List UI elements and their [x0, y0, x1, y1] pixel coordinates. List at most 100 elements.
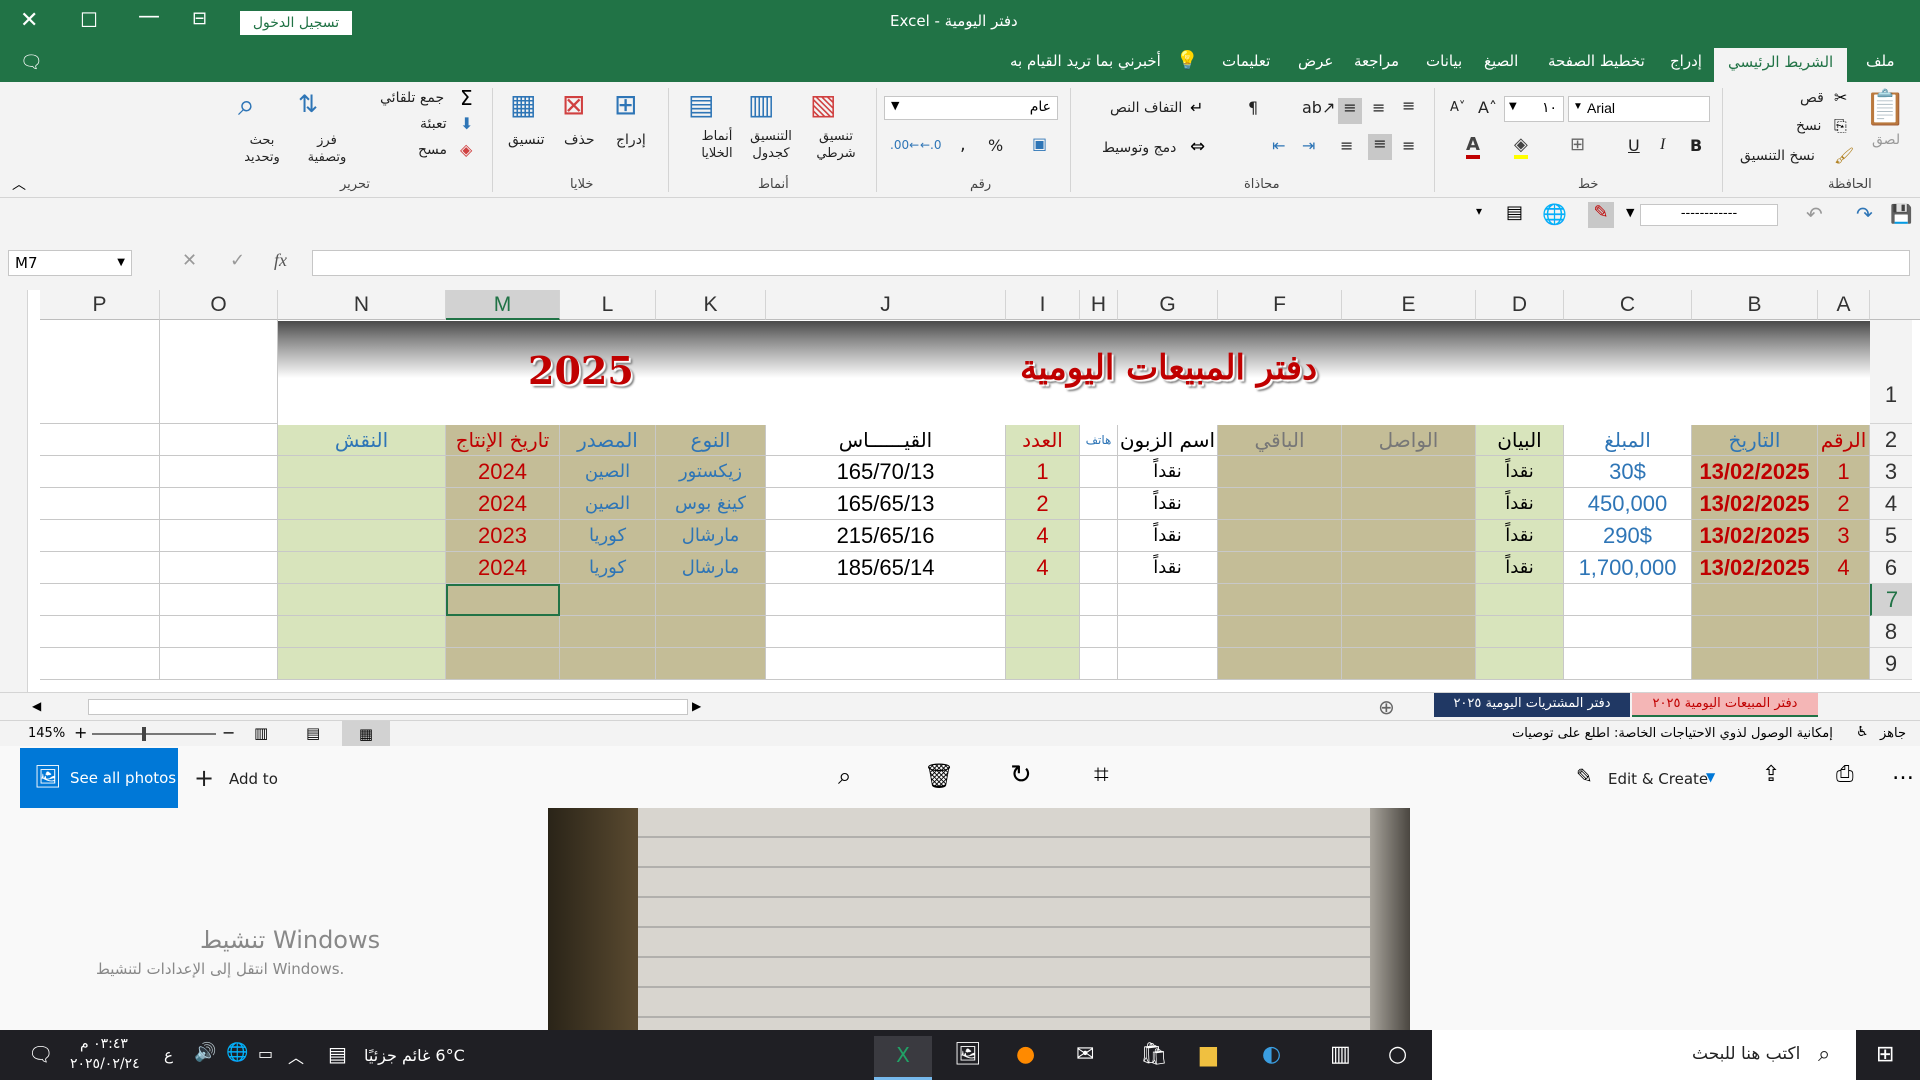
border-style-select[interactable]: ------------ — [1640, 204, 1778, 226]
clock-time[interactable]: ٠٣:٤٣ م — [80, 1036, 128, 1052]
cell[interactable] — [1342, 616, 1476, 648]
cell[interactable] — [40, 648, 160, 680]
cell[interactable] — [560, 648, 656, 680]
data-cell-l[interactable]: كوريا — [560, 552, 656, 584]
comma-style-button[interactable]: , — [960, 134, 966, 155]
data-cell-k[interactable]: مارشال — [656, 520, 766, 552]
data-cell-m[interactable]: 2023 — [446, 520, 560, 552]
row-header-1[interactable]: 1 — [1870, 320, 1912, 424]
format-as-table-button[interactable]: التنسيق كجدول — [742, 128, 800, 162]
page-break-view-icon[interactable]: ▥ — [254, 724, 268, 742]
data-cell-a[interactable]: 4 — [1818, 552, 1870, 584]
header-cell-n[interactable]: النقش — [278, 424, 446, 456]
cortana-icon[interactable]: ○ — [1388, 1042, 1407, 1067]
print-icon[interactable]: ⎙ — [1836, 762, 1854, 787]
data-cell-b[interactable]: 13/02/2025 — [1692, 488, 1818, 520]
cell[interactable] — [1342, 520, 1476, 552]
column-header-o[interactable]: O — [160, 290, 278, 320]
data-cell-j[interactable]: 165/65/13 — [766, 488, 1006, 520]
fill-button[interactable]: تعبئة — [420, 116, 447, 132]
zoom-in-icon[interactable]: + — [74, 723, 87, 742]
cell[interactable] — [1218, 616, 1342, 648]
row-header-8[interactable]: 8 — [1870, 616, 1912, 648]
align-bottom-button[interactable]: ≡ — [1402, 96, 1415, 115]
cell[interactable] — [766, 648, 1006, 680]
cell[interactable] — [278, 488, 446, 520]
data-cell-g[interactable]: نقداً — [1118, 520, 1218, 552]
firefox-icon[interactable]: ● — [1016, 1042, 1035, 1067]
paste-button[interactable]: لصق — [1872, 132, 1900, 148]
edit-create-button[interactable]: Edit & Create — [1608, 770, 1708, 788]
percent-button[interactable]: % — [988, 136, 1003, 155]
cell[interactable] — [1080, 584, 1118, 616]
cell[interactable] — [1006, 584, 1080, 616]
formula-input[interactable] — [312, 250, 1910, 276]
column-header-k[interactable]: K — [656, 290, 766, 320]
cell[interactable] — [1080, 520, 1118, 552]
column-header-g[interactable]: G — [1118, 290, 1218, 320]
column-header-h[interactable]: H — [1080, 290, 1118, 320]
collapse-ribbon-icon[interactable]: ︿ — [12, 174, 26, 194]
cell[interactable] — [40, 616, 160, 648]
column-header-m[interactable]: M — [446, 290, 560, 320]
cell[interactable] — [1080, 552, 1118, 584]
data-cell-m[interactable]: 2024 — [446, 456, 560, 488]
header-cell-f[interactable]: الباقي — [1218, 424, 1342, 456]
cell[interactable] — [656, 584, 766, 616]
cell[interactable] — [40, 424, 160, 456]
number-format-select[interactable]: عام ▼ — [884, 96, 1058, 120]
volume-icon[interactable]: 🔊 — [194, 1042, 216, 1063]
excel-taskbar-icon[interactable]: X — [874, 1036, 932, 1080]
cell[interactable] — [446, 616, 560, 648]
cell[interactable] — [1692, 616, 1818, 648]
data-cell-i[interactable]: 4 — [1006, 520, 1080, 552]
customize-qat-icon[interactable]: ▾ — [1476, 204, 1482, 218]
data-cell-c[interactable]: 30$ — [1564, 456, 1692, 488]
cancel-icon[interactable]: ✕ — [182, 250, 197, 271]
data-cell-j[interactable]: 215/65/16 — [766, 520, 1006, 552]
cell[interactable] — [160, 320, 278, 424]
data-cell-c[interactable]: 290$ — [1564, 520, 1692, 552]
column-header-e[interactable]: E — [1342, 290, 1476, 320]
comments-icon[interactable]: 🗨 — [20, 52, 43, 73]
orientation-button[interactable]: ab↗ — [1302, 98, 1335, 117]
cell[interactable] — [1218, 584, 1342, 616]
increase-font-button[interactable]: A˄ — [1478, 98, 1497, 117]
data-cell-d[interactable]: نقداً — [1476, 552, 1564, 584]
cell[interactable] — [1118, 648, 1218, 680]
ribbon-display-icon[interactable]: ⊟ — [192, 8, 207, 29]
data-cell-j[interactable]: 165/70/13 — [766, 456, 1006, 488]
align-center-button[interactable]: ≡ — [1368, 134, 1392, 160]
cell[interactable] — [560, 584, 656, 616]
cell[interactable] — [160, 552, 278, 584]
data-cell-b[interactable]: 13/02/2025 — [1692, 552, 1818, 584]
header-cell-g[interactable]: اسم الزبون — [1118, 424, 1218, 456]
bold-button[interactable]: B — [1690, 136, 1702, 155]
cell[interactable] — [40, 520, 160, 552]
data-cell-k[interactable]: مارشال — [656, 552, 766, 584]
data-cell-a[interactable]: 3 — [1818, 520, 1870, 552]
data-cell-g[interactable]: نقداً — [1118, 488, 1218, 520]
borders-button[interactable]: ⊞ — [1570, 134, 1585, 155]
cell[interactable] — [278, 520, 446, 552]
zoom-thumb[interactable] — [142, 727, 146, 741]
insert-function-icon[interactable]: fx — [274, 250, 287, 271]
worksheet-grid[interactable]: A B C D E F G H I J K L M N O P الرقم 1 2 3 4 التاريخ 13/02/20… — [0, 290, 1920, 692]
header-cell-d[interactable]: البيان — [1476, 424, 1564, 456]
rotate-icon[interactable]: ↻ — [1010, 760, 1032, 790]
tab-formulas[interactable]: الصيغ — [1484, 52, 1518, 70]
header-cell-c[interactable]: المبلغ — [1564, 424, 1692, 456]
header-cell-l[interactable]: المصدر — [560, 424, 656, 456]
cell[interactable] — [1080, 488, 1118, 520]
task-view-icon[interactable]: ▥ — [1330, 1042, 1351, 1067]
cell[interactable] — [1118, 584, 1218, 616]
vertical-scrollbar[interactable] — [0, 290, 28, 692]
data-cell-d[interactable]: نقداً — [1476, 520, 1564, 552]
cell[interactable] — [1692, 584, 1818, 616]
cell[interactable] — [278, 584, 446, 616]
cell[interactable] — [40, 552, 160, 584]
print-preview-icon[interactable]: ▤ — [1506, 202, 1523, 223]
horizontal-scrollbar[interactable] — [88, 699, 688, 715]
cell[interactable] — [160, 584, 278, 616]
accounting-format-button[interactable]: ▣ — [1032, 134, 1047, 153]
